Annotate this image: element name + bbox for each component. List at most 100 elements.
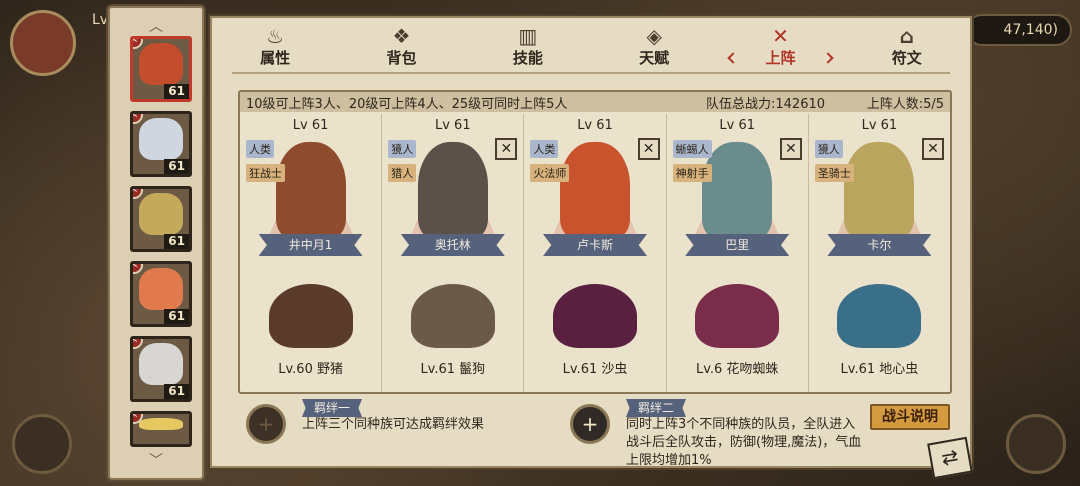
race-tag: 蜥蜴人 bbox=[672, 140, 712, 158]
remove-hero-icon[interactable]: ✕ bbox=[637, 138, 660, 160]
deployed-flag-icon: ⚔ bbox=[133, 264, 143, 274]
tab-bag[interactable]: ❖ 背包 bbox=[338, 18, 464, 72]
hero-name-banner: 井中月1 bbox=[258, 234, 363, 256]
class-tag: 狂战士 bbox=[246, 164, 285, 182]
book-icon: ▥ bbox=[518, 24, 538, 48]
race-tag: 獍人 bbox=[388, 140, 417, 158]
pet-label: Lv.61 鬣狗 bbox=[420, 362, 486, 377]
bottom-right-button[interactable] bbox=[1006, 414, 1066, 474]
tab-label: 符文 bbox=[891, 49, 922, 67]
hero-portrait bbox=[139, 43, 183, 85]
roster-hero-card[interactable]: 61 ⚔ bbox=[130, 336, 192, 402]
eye-icon: ◈ bbox=[646, 24, 662, 48]
roster-hero-card[interactable]: 61 ⚔ bbox=[130, 111, 192, 177]
team-power: 队伍总战力:142610 bbox=[706, 96, 826, 112]
team-header: 10级可上阵3人、20级可上阵4人、25级可同时上阵5人 队伍总战力:14261… bbox=[240, 92, 950, 112]
class-tag: 神射手 bbox=[672, 164, 712, 182]
swap-icon[interactable]: ⇄ bbox=[927, 436, 973, 480]
currency-display: 47,140) bbox=[966, 14, 1072, 46]
tab-label: 背包 bbox=[386, 49, 417, 67]
pet-label: Lv.61 地心虫 bbox=[840, 362, 919, 377]
deployed-flag-icon: ⚔ bbox=[133, 339, 143, 349]
chevron-up-icon[interactable]: ︿ bbox=[110, 16, 202, 36]
tab-crossed-swords[interactable]: ✕ 上阵 bbox=[717, 18, 843, 72]
rune-icon: ⌂ bbox=[899, 24, 914, 48]
crossed-swords-icon: ✕ bbox=[772, 24, 789, 48]
bag-icon: ❖ bbox=[392, 24, 411, 48]
battle-info-button[interactable]: 战斗说明 bbox=[870, 404, 950, 430]
pet-label: Lv.61 沙虫 bbox=[562, 362, 628, 377]
lineup-slot[interactable]: Lv 61 人类 火法师 ✕ 卢卡斯 Lv.61 沙虫 bbox=[524, 114, 667, 392]
lineup-rule-text: 10级可上阵3人、20级可上阵4人、25级可同时上阵5人 bbox=[246, 96, 568, 112]
race-tag: 人类 bbox=[530, 140, 559, 158]
remove-hero-icon[interactable]: ✕ bbox=[779, 138, 802, 160]
tab-label: 属性 bbox=[260, 49, 291, 67]
hero-level-badge: 61 bbox=[164, 309, 189, 324]
lineup-count: 上阵人数:5/5 bbox=[866, 96, 944, 112]
team-lineup: 10级可上阵3人、20级可上阵4人、25级可同时上阵5人 队伍总战力:14261… bbox=[238, 90, 952, 394]
lineup-slot[interactable]: Lv 61 獍人 圣骑士 ✕ 卡尔 Lv.61 地心虫 bbox=[809, 114, 950, 392]
pet-figure[interactable] bbox=[695, 284, 780, 348]
tab-divider bbox=[232, 72, 950, 74]
pet-label: Lv.60 野猪 bbox=[278, 362, 343, 377]
pet-figure[interactable] bbox=[837, 284, 922, 348]
hero-portrait bbox=[139, 193, 183, 235]
hero-portrait bbox=[139, 418, 183, 430]
bottom-left-button[interactable] bbox=[12, 414, 72, 474]
pet-figure[interactable] bbox=[410, 284, 495, 348]
bond-one-icon[interactable] bbox=[246, 404, 286, 444]
race-tag: 獍人 bbox=[814, 140, 843, 158]
hero-name-banner: 卢卡斯 bbox=[543, 234, 647, 256]
deployed-flag-icon: ⚔ bbox=[133, 39, 143, 49]
slot-hero-level: Lv 61 bbox=[719, 118, 756, 133]
hero-portrait bbox=[139, 343, 183, 385]
bond-two-description: 同时上阵3个不同种族的队员，全队进入战斗后全队攻击，防御(物理,魔法)，气血上限… bbox=[626, 417, 862, 468]
remove-hero-icon[interactable]: ✕ bbox=[922, 138, 945, 160]
tab-rune[interactable]: ⌂ 符文 bbox=[844, 18, 970, 72]
remove-hero-icon[interactable]: ✕ bbox=[495, 138, 518, 160]
bond-one-description: 上阵三个同种族可达成羁绊效果 bbox=[302, 417, 485, 432]
class-tag: 猎人 bbox=[388, 164, 417, 182]
hero-figure[interactable] bbox=[702, 142, 773, 238]
lineup-slot[interactable]: Lv 61 獍人 猎人 ✕ 奥托林 Lv.61 鬣狗 bbox=[382, 114, 525, 392]
deployed-flag-icon: ⚔ bbox=[133, 189, 143, 199]
roster-hero-card[interactable]: 61 ⚔ bbox=[130, 186, 192, 252]
tab-label: 技能 bbox=[512, 49, 543, 67]
bond-two-icon[interactable] bbox=[570, 404, 610, 444]
bond-two-title: 羁绊二 bbox=[626, 399, 687, 417]
pet-figure[interactable] bbox=[553, 284, 637, 348]
tab-book[interactable]: ▥ 技能 bbox=[465, 18, 591, 72]
tab-bar: ♨ 属性 ❖ 背包 ▥ 技能 ◈ 天赋 ✕ 上阵 ⌂ 符文 bbox=[212, 18, 970, 72]
flame-icon: ♨ bbox=[266, 24, 285, 48]
lineup-slot[interactable]: Lv 61 人类狂战士井中月1 Lv.60 野猪 bbox=[240, 114, 383, 392]
lineup-slot[interactable]: Lv 61 蜥蜴人神射手 ✕ 巴里 Lv.6 花吻蜘蛛 bbox=[667, 114, 809, 392]
chevron-down-icon[interactable]: ﹀ bbox=[110, 450, 202, 470]
class-tag: 圣骑士 bbox=[814, 164, 854, 182]
bond-one-title: 羁绊一 bbox=[302, 399, 363, 417]
hero-figure[interactable] bbox=[844, 142, 915, 238]
tab-eye[interactable]: ◈ 天赋 bbox=[591, 18, 717, 72]
hero-portrait bbox=[139, 268, 183, 310]
roster-hero-card[interactable]: ⚔ bbox=[130, 411, 192, 447]
hero-figure[interactable] bbox=[417, 142, 488, 238]
hero-figure[interactable] bbox=[560, 142, 630, 238]
slot-hero-level: Lv 61 bbox=[434, 118, 471, 133]
player-avatar[interactable] bbox=[10, 10, 76, 76]
slot-hero-level: Lv 61 bbox=[861, 118, 898, 133]
hero-roster[interactable]: ︿ 61 ⚔ 61 ⚔ 61 ⚔ 61 ⚔ 61 ⚔ ⚔ ﹀ bbox=[108, 6, 204, 480]
slot-hero-level: Lv 61 bbox=[292, 118, 329, 133]
hero-portrait bbox=[139, 118, 183, 160]
hero-figure[interactable] bbox=[275, 142, 346, 238]
hero-name-banner: 巴里 bbox=[685, 234, 790, 256]
hero-panel: ♨ 属性 ❖ 背包 ▥ 技能 ◈ 天赋 ✕ 上阵 ⌂ 符文 10级可上阵3人、20级可上阵4人、25级… bbox=[210, 16, 972, 468]
roster-hero-card[interactable]: 61 ⚔ bbox=[130, 36, 192, 102]
race-tag: 人类 bbox=[246, 140, 274, 158]
class-tag: 火法师 bbox=[530, 164, 570, 182]
tab-label: 天赋 bbox=[639, 49, 670, 67]
pet-figure[interactable] bbox=[268, 284, 353, 348]
roster-hero-card[interactable]: 61 ⚔ bbox=[130, 261, 192, 327]
pet-label: Lv.6 花吻蜘蛛 bbox=[695, 362, 779, 377]
tab-flame[interactable]: ♨ 属性 bbox=[212, 18, 338, 72]
hero-level-badge: 61 bbox=[164, 384, 189, 399]
tab-label: 上阵 bbox=[765, 49, 796, 67]
